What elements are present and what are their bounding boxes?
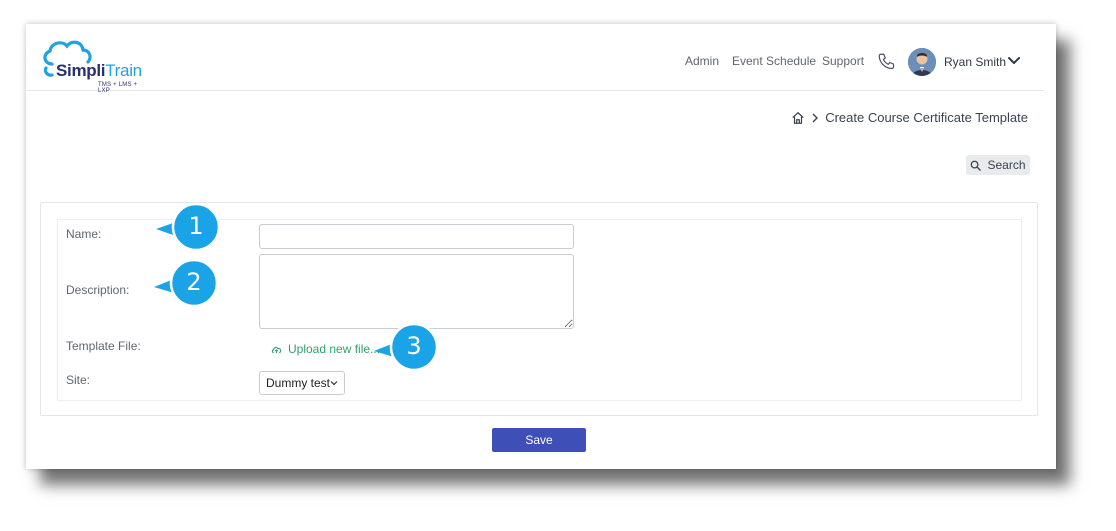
site-select-value: Dummy test: [266, 376, 331, 390]
chevron-down-icon: [330, 381, 338, 386]
user-avatar[interactable]: [908, 48, 936, 76]
template-file-label: Template File:: [66, 339, 141, 353]
chevron-right-icon: [812, 113, 819, 122]
search-button[interactable]: Search: [966, 155, 1030, 175]
simplitrain-logo[interactable]: SimpliTrain TMS + LMS + LXP: [40, 38, 142, 94]
callout-1: 1: [152, 201, 226, 253]
user-name[interactable]: Ryan Smith: [944, 55, 1006, 69]
description-label: Description:: [66, 283, 130, 297]
save-button[interactable]: Save: [492, 428, 586, 452]
nav-event-schedule[interactable]: Event Schedule: [732, 54, 816, 68]
logo-subtitle: TMS + LMS + LXP: [98, 82, 138, 94]
logo-main-text: Simpli: [56, 61, 106, 80]
callout-3: 3: [370, 321, 444, 373]
callout-2: 2: [150, 257, 224, 309]
top-navbar: SimpliTrain TMS + LMS + LXP Admin Event …: [26, 24, 1044, 94]
phone-icon[interactable]: [877, 52, 895, 70]
nav-support[interactable]: Support: [822, 54, 864, 68]
logo-wordmark: SimpliTrain: [56, 61, 142, 81]
search-icon: [971, 160, 982, 171]
name-input[interactable]: [259, 224, 574, 249]
description-textarea[interactable]: [259, 254, 574, 329]
cloud-upload-icon: [271, 346, 282, 353]
home-icon[interactable]: [791, 111, 805, 125]
site-select[interactable]: Dummy test: [259, 371, 345, 395]
app-window: SimpliTrain TMS + LMS + LXP Admin Event …: [26, 24, 1056, 469]
search-button-label: Search: [987, 158, 1026, 172]
callout-3-number: 3: [406, 332, 422, 360]
breadcrumb-current: Create Course Certificate Template: [825, 110, 1028, 125]
upload-new-file-link[interactable]: Upload new file...: [271, 342, 380, 356]
breadcrumb: Create Course Certificate Template: [791, 110, 1028, 125]
callout-2-number: 2: [186, 268, 202, 296]
site-label: Site:: [66, 373, 91, 387]
avatar-person-icon: [908, 48, 936, 76]
name-label: Name:: [66, 227, 102, 241]
logo-accent-text: Train: [105, 61, 142, 80]
nav-admin[interactable]: Admin: [685, 54, 719, 68]
chevron-down-icon[interactable]: [1007, 56, 1021, 66]
upload-link-label: Upload new file...: [288, 342, 381, 356]
callout-1-number: 1: [188, 212, 204, 240]
